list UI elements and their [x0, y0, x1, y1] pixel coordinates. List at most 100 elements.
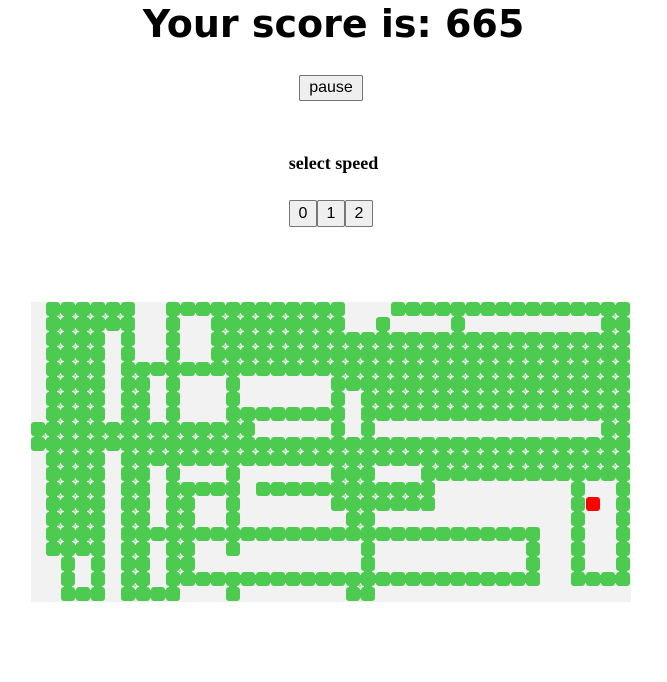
snake-highlight: [74, 360, 76, 362]
snake-highlight: [59, 510, 61, 512]
snake-segment: [316, 332, 330, 346]
snake-segment: [466, 527, 480, 541]
snake-segment: [61, 542, 75, 556]
snake-segment: [271, 407, 285, 421]
snake-segment: [76, 407, 90, 421]
snake-highlight: [89, 510, 91, 512]
snake-segment: [511, 362, 525, 376]
snake-highlight: [179, 540, 181, 542]
snake-segment: [241, 452, 255, 466]
food-pellet: [586, 497, 600, 511]
snake-segment: [601, 467, 615, 481]
snake-segment: [391, 497, 405, 511]
speed-1-button[interactable]: 1: [317, 200, 345, 227]
snake-segment: [526, 407, 540, 421]
snake-segment: [571, 437, 585, 451]
snake-segment: [481, 302, 495, 316]
snake-segment: [571, 572, 585, 586]
snake-segment: [376, 527, 390, 541]
snake-highlight: [59, 405, 61, 407]
snake-segment: [256, 332, 270, 346]
snake-segment: [61, 317, 75, 331]
snake-segment: [481, 437, 495, 451]
snake-segment: [196, 482, 210, 496]
snake-segment: [511, 572, 525, 586]
snake-highlight: [59, 315, 61, 317]
snake-segment: [616, 407, 630, 421]
snake-segment: [376, 452, 390, 466]
snake-segment: [601, 362, 615, 376]
snake-segment: [196, 302, 210, 316]
snake-segment: [46, 527, 60, 541]
snake-highlight: [569, 375, 571, 377]
snake-highlight: [494, 405, 496, 407]
snake-segment: [151, 362, 165, 376]
snake-segment: [76, 422, 90, 436]
score-display: Your score is: 665: [142, 2, 525, 46]
speed-0-button[interactable]: 0: [289, 200, 317, 227]
snake-highlight: [539, 465, 541, 467]
snake-segment: [256, 482, 270, 496]
snake-segment: [391, 347, 405, 361]
pause-button[interactable]: pause: [299, 75, 363, 101]
snake-segment: [421, 302, 435, 316]
snake-highlight: [539, 360, 541, 362]
snake-segment: [166, 332, 180, 346]
snake-segment: [481, 452, 495, 466]
snake-segment: [616, 422, 630, 436]
snake-segment: [196, 527, 210, 541]
snake-highlight: [359, 495, 361, 497]
snake-segment: [601, 377, 615, 391]
snake-highlight: [74, 390, 76, 392]
snake-segment: [586, 572, 600, 586]
snake-segment: [601, 347, 615, 361]
snake-highlight: [194, 435, 196, 437]
snake-highlight: [239, 360, 241, 362]
snake-segment: [511, 467, 525, 481]
snake-segment: [361, 452, 375, 466]
snake-highlight: [479, 345, 481, 347]
snake-highlight: [59, 540, 61, 542]
snake-segment: [556, 332, 570, 346]
snake-segment: [121, 362, 135, 376]
snake-highlight: [524, 450, 526, 452]
snake-highlight: [269, 315, 271, 317]
snake-segment: [421, 482, 435, 496]
snake-segment: [496, 347, 510, 361]
snake-segment: [76, 542, 90, 556]
food: [586, 497, 600, 511]
snake-segment: [271, 317, 285, 331]
snake-segment: [421, 437, 435, 451]
snake-segment: [331, 347, 345, 361]
snake-segment: [346, 512, 360, 526]
snake-segment: [331, 452, 345, 466]
snake-segment: [406, 452, 420, 466]
snake-highlight: [449, 405, 451, 407]
snake-segment: [391, 392, 405, 406]
snake-segment: [121, 527, 135, 541]
game-board[interactable]: [31, 302, 631, 602]
snake-highlight: [314, 360, 316, 362]
snake-segment: [346, 587, 360, 601]
speed-2-button[interactable]: 2: [345, 200, 373, 227]
snake-highlight: [179, 495, 181, 497]
snake-segment: [76, 467, 90, 481]
snake-segment: [601, 392, 615, 406]
snake-highlight: [554, 345, 556, 347]
snake-segment: [46, 482, 60, 496]
snake-segment: [541, 347, 555, 361]
snake-segment: [76, 527, 90, 541]
snake-highlight: [59, 390, 61, 392]
snake-highlight: [419, 450, 421, 452]
snake-highlight: [329, 330, 331, 332]
snake-highlight: [374, 345, 376, 347]
snake-segment: [76, 302, 90, 316]
snake-highlight: [509, 375, 511, 377]
snake-segment: [121, 347, 135, 361]
snake-segment: [166, 377, 180, 391]
snake-highlight: [494, 360, 496, 362]
snake-segment: [121, 512, 135, 526]
snake-segment: [136, 482, 150, 496]
snake-segment: [556, 392, 570, 406]
snake-segment: [316, 317, 330, 331]
